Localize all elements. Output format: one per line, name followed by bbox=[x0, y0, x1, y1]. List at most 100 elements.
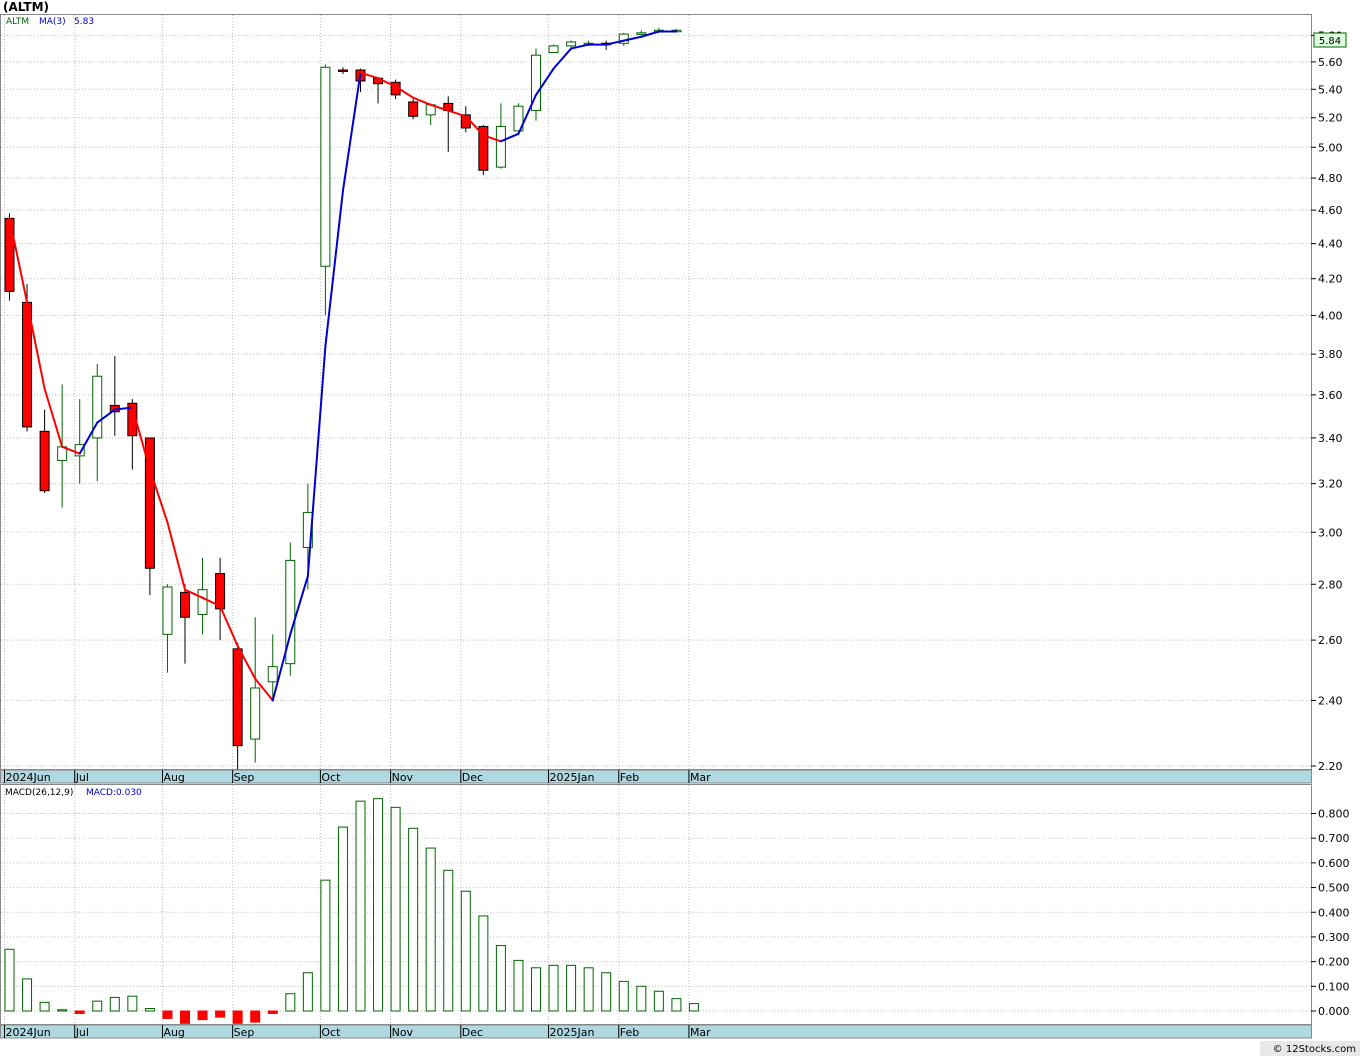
candle-up bbox=[320, 66, 331, 267]
macd-value-label: MACD:0.030 bbox=[86, 788, 142, 798]
date-label-bottom: Jul bbox=[75, 1026, 89, 1039]
macd-bar-negative bbox=[74, 1010, 85, 1014]
watermark: © 12Stocks.com bbox=[1273, 1044, 1356, 1055]
price-y-tick-label: 5.00 bbox=[1318, 141, 1343, 154]
price-y-tick-label: 2.60 bbox=[1318, 634, 1343, 647]
candle-up bbox=[250, 687, 261, 740]
macd-bar-positive bbox=[109, 996, 120, 1012]
macd-bar-positive bbox=[636, 985, 647, 1012]
macd-bar-positive bbox=[337, 826, 348, 1012]
price-panel bbox=[0, 14, 1312, 770]
date-label-top: Dec bbox=[462, 771, 483, 784]
date-label-top: Nov bbox=[392, 771, 414, 784]
last-price-value: 5.84 bbox=[1319, 36, 1341, 47]
macd-bar-positive bbox=[144, 1008, 155, 1012]
date-axis-band-top bbox=[0, 769, 1312, 784]
macd-bar-negative bbox=[232, 1010, 243, 1024]
macd-bar-positive bbox=[443, 869, 454, 1012]
price-y-tick-label: 4.20 bbox=[1318, 273, 1343, 286]
macd-y-tick-label: 0.000 bbox=[1318, 1005, 1350, 1018]
date-label-bottom: Nov bbox=[392, 1026, 414, 1039]
macd-bar-positive bbox=[513, 959, 524, 1012]
macd-y-tick-label: 0.200 bbox=[1318, 956, 1350, 969]
macd-y-tick-label: 0.700 bbox=[1318, 832, 1350, 845]
macd-bar-positive bbox=[355, 800, 366, 1012]
macd-bar-positive bbox=[57, 1009, 68, 1012]
date-label-bottom: Aug bbox=[163, 1026, 184, 1039]
candle-up bbox=[548, 45, 559, 54]
macd-panel bbox=[0, 784, 1312, 1025]
macd-bar-positive bbox=[39, 1001, 50, 1012]
candle-down bbox=[337, 69, 348, 72]
macd-y-tick-label: 0.500 bbox=[1318, 882, 1350, 895]
macd-bar-positive bbox=[601, 972, 612, 1012]
macd-y-tick-label: 0.600 bbox=[1318, 857, 1350, 870]
candle-up bbox=[495, 125, 506, 168]
date-label-bottom: 2025Jan bbox=[550, 1026, 595, 1039]
macd-bar-positive bbox=[671, 998, 682, 1012]
date-label-bottom: Mar bbox=[690, 1026, 711, 1039]
macd-bar-positive bbox=[22, 978, 33, 1012]
legend-ma-value: 5.83 bbox=[74, 17, 94, 27]
date-label-bottom: Sep bbox=[234, 1026, 255, 1039]
macd-bar-negative bbox=[250, 1010, 261, 1023]
price-y-tick-label: 4.40 bbox=[1318, 238, 1343, 251]
macd-bar-positive bbox=[495, 945, 506, 1012]
candle-up bbox=[197, 589, 208, 615]
price-y-tick-label: 3.60 bbox=[1318, 389, 1343, 402]
date-label-top: Feb bbox=[620, 771, 639, 784]
price-y-tick-label: 2.80 bbox=[1318, 578, 1343, 591]
price-y-tick-label: 3.40 bbox=[1318, 432, 1343, 445]
macd-bar-positive bbox=[127, 995, 138, 1012]
date-axis-band-bottom bbox=[0, 1024, 1312, 1039]
candle-up bbox=[162, 586, 173, 635]
macd-bar-positive bbox=[688, 1003, 699, 1012]
candle-down bbox=[232, 648, 243, 747]
price-y-tick-label: 2.40 bbox=[1318, 694, 1343, 707]
legend-symbol: ALTM bbox=[6, 17, 29, 27]
macd-y-tick-label: 0.800 bbox=[1318, 808, 1350, 821]
date-label-bottom: Dec bbox=[462, 1026, 483, 1039]
macd-bar-positive bbox=[408, 827, 419, 1012]
price-y-tick-label: 4.80 bbox=[1318, 172, 1343, 185]
macd-bar-positive bbox=[92, 1000, 103, 1012]
macd-bar-positive bbox=[478, 915, 489, 1012]
macd-bar-positive bbox=[566, 964, 577, 1012]
macd-bar-positive bbox=[302, 972, 313, 1012]
date-label-top: Aug bbox=[163, 771, 184, 784]
macd-bar-positive bbox=[285, 993, 296, 1012]
macd-bar-negative bbox=[180, 1010, 190, 1024]
price-y-tick-label: 3.00 bbox=[1318, 526, 1343, 539]
price-y-tick-label: 5.20 bbox=[1318, 112, 1343, 125]
macd-bar-positive bbox=[425, 847, 436, 1012]
candle-up bbox=[566, 41, 577, 47]
legend-ma-label: MA(3) bbox=[39, 17, 66, 27]
macd-params-label: MACD(26,12,9) bbox=[5, 788, 73, 798]
price-y-axis: 2.20 2.40 2.60 2.80 3.00 3.20 3.40 3.60 3.80 4.00… bbox=[1311, 29, 1343, 773]
price-y-tick-label: 3.20 bbox=[1318, 478, 1343, 491]
candle-down bbox=[39, 430, 50, 492]
date-label-top: 2024Jun bbox=[6, 771, 51, 784]
macd-bar-positive bbox=[531, 967, 541, 1012]
date-label-top: Jul bbox=[75, 771, 89, 784]
date-label-bottom: 2024Jun bbox=[6, 1026, 51, 1039]
macd-bar-positive bbox=[460, 890, 471, 1012]
macd-y-tick-label: 0.300 bbox=[1318, 931, 1350, 944]
date-label-bottom: Oct bbox=[321, 1026, 341, 1039]
macd-bar-positive bbox=[618, 980, 629, 1012]
date-label-top: 2025Jan bbox=[550, 771, 595, 784]
stock-chart: (ALTM) 2.20 2.40 2.60 2.80 3.00 3.20 3.40 3.60 3… bbox=[0, 0, 1360, 1056]
date-label-top: Oct bbox=[321, 771, 341, 784]
candle-up bbox=[267, 666, 278, 683]
macd-bar-negative bbox=[267, 1010, 278, 1014]
chart-title: (ALTM) bbox=[3, 0, 49, 14]
candle-up bbox=[636, 32, 647, 35]
macd-y-tick-label: 0.100 bbox=[1318, 980, 1350, 993]
macd-bar-negative bbox=[215, 1010, 226, 1018]
macd-bar-positive bbox=[4, 948, 15, 1012]
macd-y-axis: 0.000 0.100 0.200 0.300 0.400 0.500 0.600 0.700… bbox=[1311, 808, 1350, 1018]
macd-bar-positive bbox=[583, 967, 594, 1012]
price-y-tick-label: 5.40 bbox=[1318, 83, 1343, 96]
candle-down bbox=[180, 591, 190, 618]
price-y-tick-label: 4.60 bbox=[1318, 204, 1343, 217]
